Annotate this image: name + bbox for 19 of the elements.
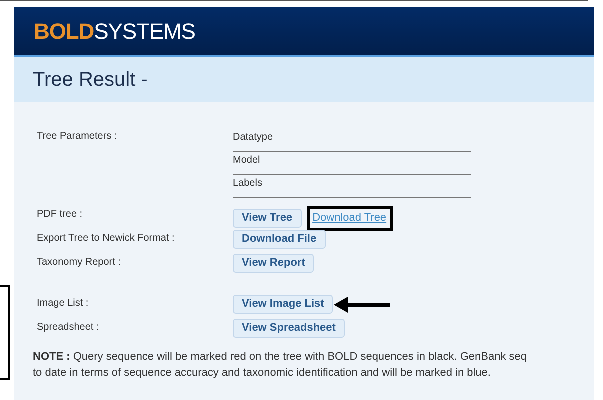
parameter-value: Datatype — [233, 132, 274, 143]
view-button[interactable]: View Tree — [233, 208, 302, 228]
note-text: to date in terms of sequence accuracy and taxonomic identification and will be marked in blue. — [33, 367, 491, 379]
logo: BOLDSYSTEMS — [34, 18, 196, 46]
parameter-value: Labels — [233, 178, 262, 189]
view-button[interactable]: View Image List — [233, 295, 334, 314]
view-button[interactable]: View Spreadsheet — [233, 319, 345, 338]
view-button[interactable]: Download File — [233, 230, 326, 249]
note-text: NOTE : Query sequence will be marked red on the tree with BOLD sequences in black. GenBank seq — [33, 351, 528, 363]
field-label: Taxonomy Report : — [37, 256, 122, 270]
view-button[interactable]: View Report — [233, 254, 314, 273]
field-label: PDF tree : — [37, 208, 84, 222]
field-label: Spreadsheet : — [37, 321, 100, 335]
field-label: Image List : — [37, 297, 90, 311]
page-title: Tree Result - — [33, 68, 148, 92]
download-link[interactable]: Download Tree — [312, 210, 387, 226]
field-label: Export Tree to Newick Format : — [37, 232, 176, 246]
parameter-value: Model — [233, 155, 260, 166]
field-label: Tree Parameters : — [37, 130, 118, 144]
